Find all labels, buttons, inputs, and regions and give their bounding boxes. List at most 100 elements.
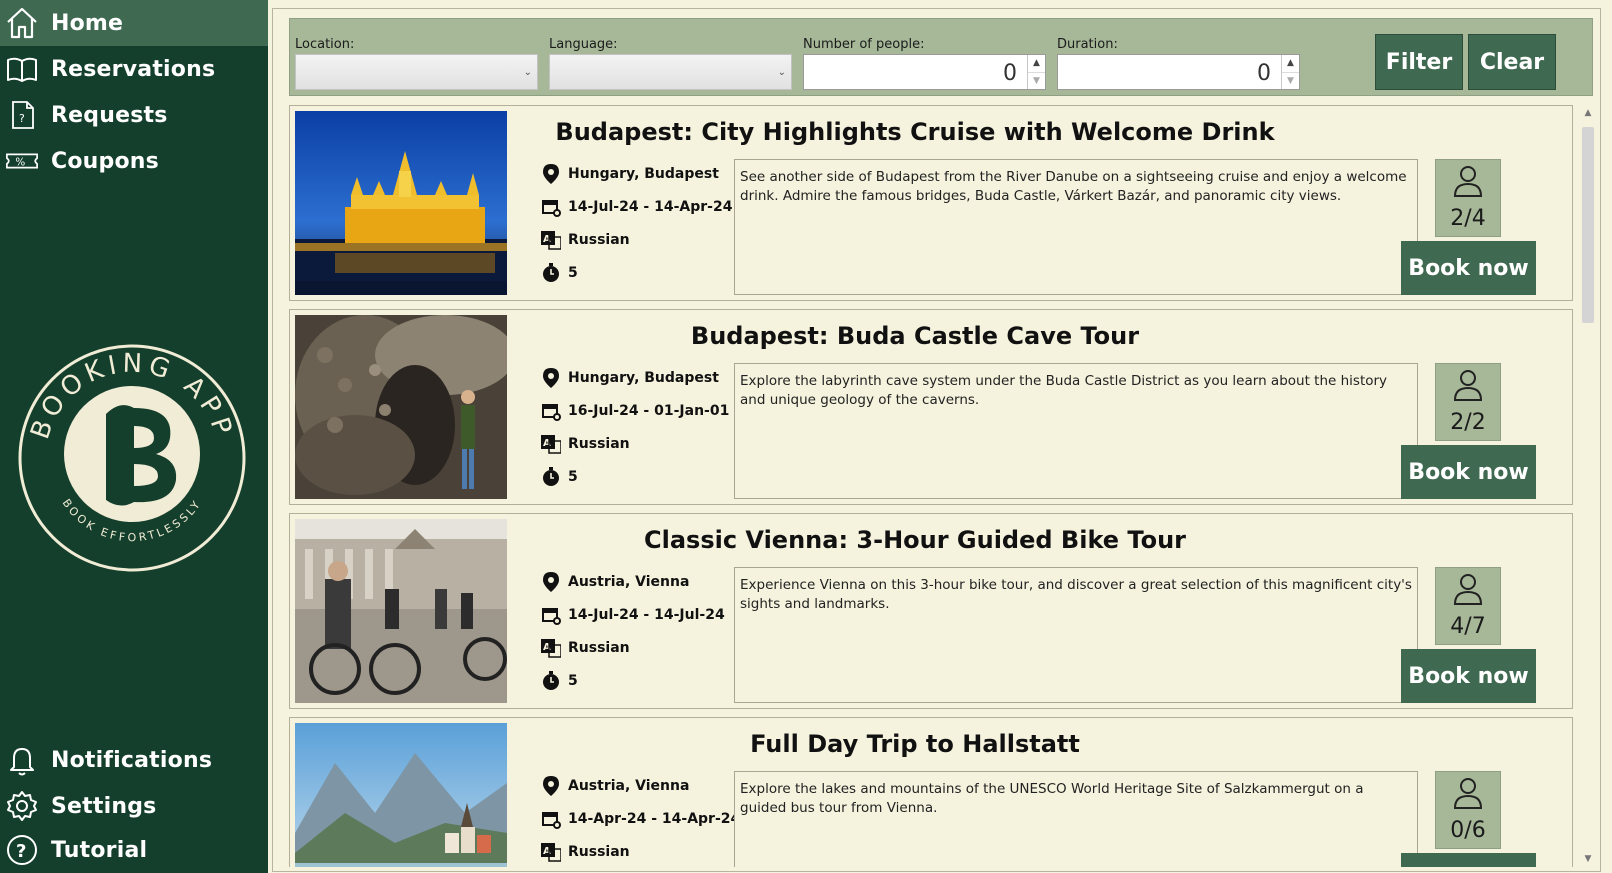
people-spinner[interactable]: ▲ ▼	[1027, 55, 1045, 89]
sidebar-item-label: Reservations	[51, 56, 216, 82]
map-pin-icon	[540, 571, 562, 593]
map-pin-icon	[540, 367, 562, 389]
tour-duration-text: 5	[568, 673, 578, 689]
capacity-box: 2/2	[1435, 363, 1501, 441]
tour-image-hallstatt	[295, 723, 507, 867]
people-stepper[interactable]: 0 ▲ ▼	[803, 54, 1046, 90]
translate-icon: A	[540, 229, 562, 251]
tour-language: A Russian	[540, 841, 630, 863]
scrollbar-thumb[interactable]	[1582, 127, 1594, 323]
clear-button[interactable]: Clear	[1468, 34, 1556, 90]
book-now-button[interactable]: Book now	[1401, 445, 1536, 499]
scroll-down-icon[interactable]: ▼	[1578, 851, 1598, 867]
tour-list: Budapest: City Highlights Cruise with We…	[289, 105, 1573, 867]
duration-value: 0	[1257, 61, 1271, 86]
tour-location-text: Austria, Vienna	[568, 778, 690, 794]
language-select[interactable]: ⌄	[549, 54, 792, 90]
book-icon	[5, 52, 39, 86]
sidebar-item-label: Tutorial	[51, 837, 148, 863]
tour-description: Explore the labyrinth cave system under …	[734, 363, 1418, 499]
chevron-down-icon: ⌄	[523, 67, 532, 78]
tour-dates: 14-Jul-24 - 14-Jul-24	[540, 604, 725, 626]
tour-image-cave	[295, 315, 507, 499]
svg-text:A: A	[543, 642, 551, 653]
tour-language: A Russian	[540, 637, 630, 659]
capacity-box: 2/4	[1435, 159, 1501, 237]
tour-dates: 14-Jul-24 - 14-Apr-24	[540, 196, 732, 218]
svg-text:%: %	[15, 157, 25, 169]
svg-text:A: A	[543, 234, 551, 245]
tour-language-text: Russian	[568, 844, 630, 860]
person-icon	[1452, 164, 1484, 202]
calendar-icon	[540, 808, 562, 830]
capacity-text: 4/7	[1450, 614, 1486, 639]
spin-up-icon[interactable]: ▲	[1282, 55, 1299, 72]
tour-location: Hungary, Budapest	[540, 163, 719, 185]
capacity-box: 4/7	[1435, 567, 1501, 645]
map-pin-icon	[540, 775, 562, 797]
svg-text:A: A	[543, 846, 551, 857]
document-icon: ?	[5, 98, 39, 132]
sidebar-item-label: Requests	[51, 102, 168, 128]
help-icon: ?	[5, 833, 39, 867]
sidebar-item-label: Coupons	[51, 148, 159, 174]
book-now-button[interactable]	[1401, 853, 1536, 867]
home-icon	[5, 6, 39, 40]
sidebar-item-tutorial[interactable]: ? Tutorial	[0, 827, 268, 873]
language-label: Language:	[549, 37, 618, 52]
tour-language: A Russian	[540, 433, 630, 455]
tour-dates-text: 16-Jul-24 - 01-Jan-01	[568, 403, 730, 419]
vertical-scrollbar[interactable]: ▲ ▼	[1578, 105, 1598, 867]
book-now-button[interactable]: Book now	[1401, 649, 1536, 703]
book-now-button[interactable]: Book now	[1401, 241, 1536, 295]
capacity-text: 2/2	[1450, 410, 1486, 435]
svg-text:?: ?	[19, 112, 25, 125]
spin-up-icon[interactable]: ▲	[1028, 55, 1045, 72]
tour-dates-text: 14-Apr-24 - 14-Apr-24	[568, 811, 741, 827]
tour-language-text: Russian	[568, 436, 630, 452]
tour-duration: 5	[540, 670, 578, 692]
spin-down-icon[interactable]: ▼	[1028, 72, 1045, 89]
tour-language-text: Russian	[568, 640, 630, 656]
sidebar-item-label: Notifications	[51, 747, 213, 773]
location-select[interactable]: ⌄	[295, 54, 538, 90]
tour-description: See another side of Budapest from the Ri…	[734, 159, 1418, 295]
duration-label: Duration:	[1057, 37, 1118, 52]
tour-card: Budapest: City Highlights Cruise with We…	[289, 105, 1573, 301]
sidebar-item-coupons[interactable]: % Coupons	[0, 138, 268, 184]
booking-app-logo: BOOKING APP BOOK EFFORTLESSLY	[16, 342, 248, 574]
calendar-icon	[540, 400, 562, 422]
capacity-box: 0/6	[1435, 771, 1501, 849]
capacity-text: 2/4	[1450, 206, 1486, 231]
main-content: Location: ⌄ Language: ⌄ Number of people…	[268, 0, 1612, 873]
translate-icon: A	[540, 433, 562, 455]
tour-location-text: Austria, Vienna	[568, 574, 690, 590]
filter-bar: Location: ⌄ Language: ⌄ Number of people…	[289, 18, 1593, 96]
stopwatch-icon	[540, 670, 562, 692]
chevron-down-icon: ⌄	[777, 67, 786, 78]
svg-text:A: A	[543, 438, 551, 449]
sidebar-item-home[interactable]: Home	[0, 0, 268, 46]
sidebar-item-settings[interactable]: Settings	[0, 783, 268, 829]
sidebar-item-reservations[interactable]: Reservations	[0, 46, 268, 92]
capacity-text: 0/6	[1450, 818, 1486, 843]
scroll-up-icon[interactable]: ▲	[1578, 105, 1598, 121]
sidebar-item-requests[interactable]: ? Requests	[0, 92, 268, 138]
duration-stepper[interactable]: 0 ▲ ▼	[1057, 54, 1300, 90]
tour-duration-text: 5	[568, 265, 578, 281]
tour-language: A Russian	[540, 229, 630, 251]
filter-button[interactable]: Filter	[1375, 34, 1463, 90]
svg-text:?: ?	[16, 841, 26, 862]
spin-down-icon[interactable]: ▼	[1282, 72, 1299, 89]
stopwatch-icon	[540, 262, 562, 284]
tour-card: Classic Vienna: 3-Hour Guided Bike Tour …	[289, 513, 1573, 709]
location-label: Location:	[295, 37, 355, 52]
tour-dates-text: 14-Jul-24 - 14-Apr-24	[568, 199, 733, 215]
duration-spinner[interactable]: ▲ ▼	[1281, 55, 1299, 89]
translate-icon: A	[540, 841, 562, 863]
sidebar-item-notifications[interactable]: Notifications	[0, 737, 268, 783]
calendar-icon	[540, 196, 562, 218]
stopwatch-icon	[540, 466, 562, 488]
tour-description: Experience Vienna on this 3-hour bike to…	[734, 567, 1418, 703]
tour-title: Full Day Trip to Hallstatt	[750, 730, 1080, 758]
